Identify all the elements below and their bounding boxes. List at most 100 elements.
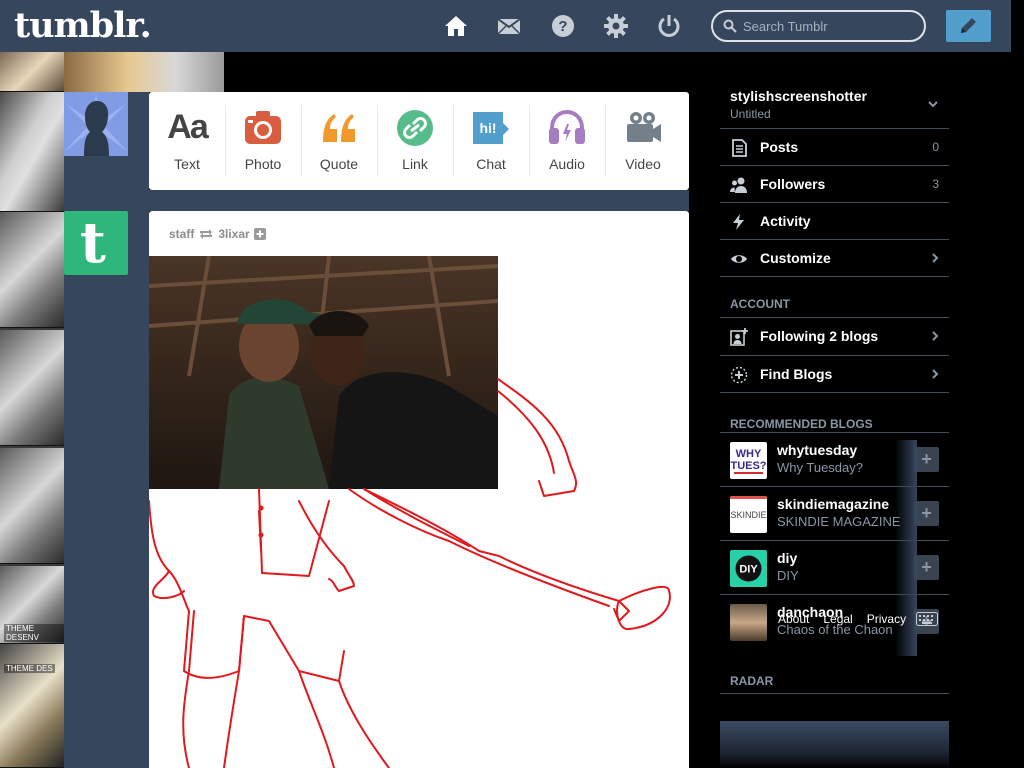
post-type-photo[interactable]: Photo: [225, 92, 301, 190]
sidebar-item-label: Activity: [760, 213, 811, 229]
keyboard-icon[interactable]: [916, 612, 938, 626]
svg-text:TUES?: TUES?: [730, 460, 766, 472]
post-type-link[interactable]: Link: [377, 92, 453, 190]
post-type-label: Photo: [244, 156, 282, 172]
recommended-blog-title: DIY: [777, 568, 799, 583]
recommended-blog-name: whytuesday: [777, 442, 858, 458]
post-type-label: Audio: [549, 156, 585, 172]
post-type-label: Video: [625, 156, 661, 172]
recommended-blog-name: skindiemagazine: [777, 496, 890, 512]
background-photo: [0, 52, 64, 92]
svg-text:WHY: WHY: [736, 448, 762, 460]
mail-icon[interactable]: [497, 14, 521, 38]
background-photo: [0, 448, 64, 564]
svg-text:hi!: hi!: [479, 120, 496, 136]
chat-icon: hi!: [473, 112, 509, 144]
text-icon: Aa: [167, 108, 208, 146]
quote-icon: [323, 114, 355, 142]
post-type-text[interactable]: Aa Text: [149, 92, 225, 190]
blog-name: stylishscreenshotter: [730, 88, 867, 104]
user-avatar[interactable]: [64, 92, 128, 156]
gear-icon[interactable]: [604, 14, 628, 38]
sidebar-item-customize[interactable]: Customize: [720, 239, 949, 276]
document-icon: [732, 139, 747, 157]
recommended-blog-title: SKINDIE MAGAZINE: [777, 514, 901, 529]
background-photo: [0, 92, 64, 212]
red-line-drawing: [149, 378, 671, 768]
sidebar-item-posts[interactable]: Posts 0: [720, 128, 949, 165]
background-photo-top: [64, 52, 224, 92]
headphones-icon: [549, 110, 585, 144]
search-icon: [723, 19, 737, 33]
home-icon[interactable]: [444, 14, 468, 38]
blog-switcher[interactable]: stylishscreenshotter Untitled: [720, 84, 949, 128]
footer-link-legal[interactable]: Legal: [823, 612, 852, 626]
blog-title: Untitled: [730, 107, 771, 121]
tumblr-t-icon: t: [80, 210, 106, 276]
pencil-icon: [961, 18, 976, 33]
post-type-quote[interactable]: Quote: [301, 92, 377, 190]
footer-link-about[interactable]: About: [778, 612, 809, 626]
background-photo: [0, 212, 64, 328]
recommended-blog-name: diy: [777, 550, 798, 566]
silhouette-icon: [64, 92, 128, 156]
search-box[interactable]: [711, 10, 926, 42]
svg-text:SKINDIE: SKINDIE: [730, 510, 766, 520]
post-type-audio[interactable]: Audio: [529, 92, 605, 190]
help-icon[interactable]: ?: [551, 14, 575, 38]
post-type-label: Quote: [319, 156, 359, 172]
post-type-chat[interactable]: hi! Chat: [453, 92, 529, 190]
footer-links: About Legal Privacy: [778, 612, 906, 626]
background-label: THEME DESENV: [4, 624, 64, 642]
followers-count: 3: [932, 177, 939, 191]
blog-avatar: DIY: [730, 550, 767, 587]
post-type-label: Link: [402, 156, 428, 172]
follow-button[interactable]: +: [914, 555, 939, 580]
footer-link-privacy[interactable]: Privacy: [867, 612, 906, 626]
post-type-bar: Aa Text Photo Quote Link hi! Chat Audio …: [149, 92, 689, 190]
sidebar-item-activity[interactable]: Activity: [720, 202, 949, 239]
sidebar-item-following[interactable]: Following 2 blogs: [720, 318, 949, 355]
eye-icon: [731, 255, 747, 263]
blog-avatar: WHY TUES?: [730, 442, 767, 479]
chevron-right-icon: [932, 331, 939, 341]
section-heading-account: ACCOUNT: [720, 276, 949, 318]
sidebar-item-label: Following 2 blogs: [760, 328, 879, 344]
posts-count: 0: [932, 140, 939, 154]
background-label: THEME DES: [4, 664, 55, 673]
sidebar-item-label: Followers: [760, 176, 826, 192]
background-photo: [0, 330, 64, 446]
blog-avatar: SKINDIE: [730, 496, 767, 533]
sidebar-item-label: Find Blogs: [760, 366, 833, 382]
section-heading-recommended: RECOMMENDED BLOGS: [720, 392, 949, 432]
find-icon: [730, 366, 748, 384]
background-photo: [0, 644, 64, 768]
compose-button[interactable]: [946, 10, 991, 42]
sidebar-item-label: Customize: [760, 250, 831, 266]
svg-text:DIY: DIY: [739, 564, 758, 576]
svg-text:?: ?: [558, 18, 567, 35]
top-bar: tumblr. ?: [0, 0, 1011, 52]
post-type-label: Text: [174, 156, 200, 172]
tumblr-logo[interactable]: tumblr.: [14, 5, 152, 46]
power-icon[interactable]: [657, 14, 681, 38]
video-camera-icon: [627, 112, 661, 142]
sidebar-item-followers[interactable]: Followers 3: [720, 165, 949, 202]
follow-button[interactable]: +: [914, 501, 939, 526]
post-type-video[interactable]: Video: [605, 92, 681, 190]
follow-button[interactable]: +: [914, 447, 939, 472]
chevron-right-icon: [932, 369, 939, 379]
dashboard-post: staff 3lixar: [149, 211, 689, 768]
background-image-strip: THEME DESENV THEME DES: [0, 52, 64, 768]
lightning-icon: [733, 214, 744, 230]
chevron-down-icon: [928, 101, 938, 108]
search-input[interactable]: [743, 16, 918, 36]
add-person-icon: [730, 328, 748, 346]
camera-icon: [245, 111, 281, 144]
radar-post-preview[interactable]: [720, 721, 949, 768]
dashboard-avatar-column: [64, 92, 149, 768]
post-type-label: Chat: [476, 156, 506, 172]
sidebar-item-find-blogs[interactable]: Find Blogs: [720, 355, 949, 392]
sidebar-item-label: Posts: [760, 139, 799, 155]
staff-avatar[interactable]: t: [64, 211, 128, 275]
